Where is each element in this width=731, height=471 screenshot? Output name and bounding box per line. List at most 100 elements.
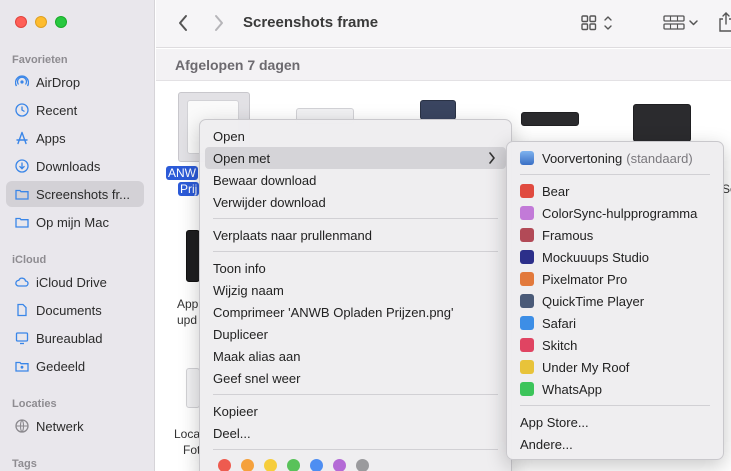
sidebar-section-tags: Tags xyxy=(12,458,37,470)
network-icon xyxy=(15,419,29,433)
file-thumbnail[interactable] xyxy=(186,368,200,408)
tag-gray[interactable] xyxy=(356,459,369,471)
submenu-item-label: Skitch xyxy=(542,337,578,353)
sidebar-item-airdrop[interactable]: AirDrop xyxy=(6,69,144,95)
menu-item-quick-look[interactable]: Geef snel weer xyxy=(205,367,506,389)
tag-orange[interactable] xyxy=(241,459,254,471)
menu-item-open[interactable]: Open xyxy=(205,125,506,147)
menu-item-copy[interactable]: Kopieer xyxy=(205,400,506,422)
tag-yellow[interactable] xyxy=(264,459,277,471)
minimize-window-button[interactable] xyxy=(35,16,47,28)
file-label[interactable]: Loca xyxy=(174,427,200,441)
submenu-item-label: WhatsApp xyxy=(542,381,602,397)
tag-green[interactable] xyxy=(287,459,300,471)
shared-folder-icon xyxy=(15,359,29,373)
submenu-item-label: Safari xyxy=(542,315,576,331)
menu-item-duplicate[interactable]: Dupliceer xyxy=(205,323,506,345)
sidebar-item-label: AirDrop xyxy=(36,74,81,90)
sidebar-section-locations: Locaties xyxy=(12,398,57,410)
submenu-item-colorsync[interactable]: ColorSync-hulpprogramma xyxy=(512,202,718,224)
submenu-item-label: Framous xyxy=(542,227,594,243)
back-chevron-icon[interactable] xyxy=(176,13,190,33)
default-suffix: (standaard) xyxy=(626,150,693,166)
sidebar-item-label: iCloud Drive xyxy=(36,274,107,290)
submenu-item-safari[interactable]: Safari xyxy=(512,312,718,334)
tag-purple[interactable] xyxy=(333,459,346,471)
sidebar-item-apps[interactable]: Apps xyxy=(6,125,144,151)
zoom-window-button[interactable] xyxy=(55,16,67,28)
submenu-item-label: Bear xyxy=(542,183,570,199)
menu-separator xyxy=(520,174,710,175)
file-thumbnail[interactable] xyxy=(186,230,200,282)
close-window-button[interactable] xyxy=(15,16,27,28)
submenu-item-pixelmator[interactable]: Pixelmator Pro xyxy=(512,268,718,290)
sidebar-item-op-mijn-mac[interactable]: Op mijn Mac xyxy=(6,209,144,235)
safari-app-icon xyxy=(520,316,534,330)
sidebar-section-favorites: Favorieten xyxy=(12,54,68,66)
folder-icon xyxy=(15,215,29,229)
share-icon[interactable] xyxy=(718,11,731,33)
framous-app-icon xyxy=(520,228,534,242)
colorsync-app-icon xyxy=(520,206,534,220)
forward-chevron-icon[interactable] xyxy=(212,13,226,33)
file-thumbnail[interactable] xyxy=(521,112,579,126)
menu-separator xyxy=(213,394,498,395)
file-thumbnail[interactable] xyxy=(420,100,456,120)
skitch-app-icon xyxy=(520,338,534,352)
file-label[interactable]: ANW xyxy=(166,166,198,180)
menu-separator xyxy=(213,449,498,450)
window-title: Screenshots frame xyxy=(243,14,379,31)
submenu-item-framous[interactable]: Framous xyxy=(512,224,718,246)
menu-item-remove-download[interactable]: Verwijder download xyxy=(205,191,506,213)
submenu-item-skitch[interactable]: Skitch xyxy=(512,334,718,356)
sidebar: Favorieten AirDrop Recent Apps Downloads… xyxy=(0,0,155,471)
sidebar-item-screenshots-frame[interactable]: Screenshots fr... xyxy=(6,181,144,207)
menu-separator xyxy=(213,251,498,252)
sidebar-item-bureaublad[interactable]: Bureaublad xyxy=(6,325,144,351)
file-label[interactable]: upd xyxy=(177,313,197,327)
menu-item-make-alias[interactable]: Maak alias aan xyxy=(205,345,506,367)
file-label[interactable]: Fot xyxy=(183,443,200,457)
sidebar-item-netwerk[interactable]: Netwerk xyxy=(6,413,144,439)
tag-color-picker xyxy=(218,459,369,471)
mockuuups-app-icon xyxy=(520,250,534,264)
section-title: Afgelopen 7 dagen xyxy=(175,57,301,73)
submenu-item-mockuuups[interactable]: Mockuuups Studio xyxy=(512,246,718,268)
menu-item-open-with[interactable]: Open met xyxy=(205,147,506,169)
group-by-icon[interactable] xyxy=(663,13,703,33)
tag-blue[interactable] xyxy=(310,459,323,471)
file-thumbnail[interactable] xyxy=(633,104,691,142)
sidebar-item-recent[interactable]: Recent xyxy=(6,97,144,123)
view-grid-icon[interactable] xyxy=(580,13,620,33)
sidebar-item-label: Apps xyxy=(36,130,66,146)
desktop-icon xyxy=(15,331,29,345)
menu-item-share[interactable]: Deel... xyxy=(205,422,506,444)
submenu-item-bear[interactable]: Bear xyxy=(512,180,718,202)
sidebar-item-icloud-drive[interactable]: iCloud Drive xyxy=(6,269,144,295)
cloud-icon xyxy=(15,275,29,289)
menu-item-save-download[interactable]: Bewaar download xyxy=(205,169,506,191)
submenu-item-quicktime[interactable]: QuickTime Player xyxy=(512,290,718,312)
submenu-item-app-store[interactable]: App Store... xyxy=(512,411,718,433)
pixelmator-app-icon xyxy=(520,272,534,286)
sidebar-item-downloads[interactable]: Downloads xyxy=(6,153,144,179)
menu-item-move-to-trash[interactable]: Verplaats naar prullenmand xyxy=(205,224,506,246)
menu-item-get-info[interactable]: Toon info xyxy=(205,257,506,279)
menu-item-rename[interactable]: Wijzig naam xyxy=(205,279,506,301)
clock-icon xyxy=(15,103,29,117)
submenu-item-label: QuickTime Player xyxy=(542,293,645,309)
folder-icon xyxy=(15,187,29,201)
sidebar-item-documents[interactable]: Documents xyxy=(6,297,144,323)
tag-red[interactable] xyxy=(218,459,231,471)
section-header: Afgelopen 7 dagen xyxy=(156,49,731,81)
open-with-submenu: Voorvertoning (standaard) Bear ColorSync… xyxy=(506,141,724,460)
file-label[interactable]: App xyxy=(177,297,198,311)
submenu-item-other[interactable]: Andere... xyxy=(512,433,718,455)
menu-item-compress[interactable]: Comprimeer 'ANWB Opladen Prijzen.png' xyxy=(205,301,506,323)
submenu-item-preview[interactable]: Voorvertoning (standaard) xyxy=(512,147,718,169)
submenu-item-whatsapp[interactable]: WhatsApp xyxy=(512,378,718,400)
menu-separator xyxy=(520,405,710,406)
submenu-item-under-my-roof[interactable]: Under My Roof xyxy=(512,356,718,378)
sidebar-item-gedeeld[interactable]: Gedeeld xyxy=(6,353,144,379)
file-label[interactable]: Prij xyxy=(178,182,200,196)
